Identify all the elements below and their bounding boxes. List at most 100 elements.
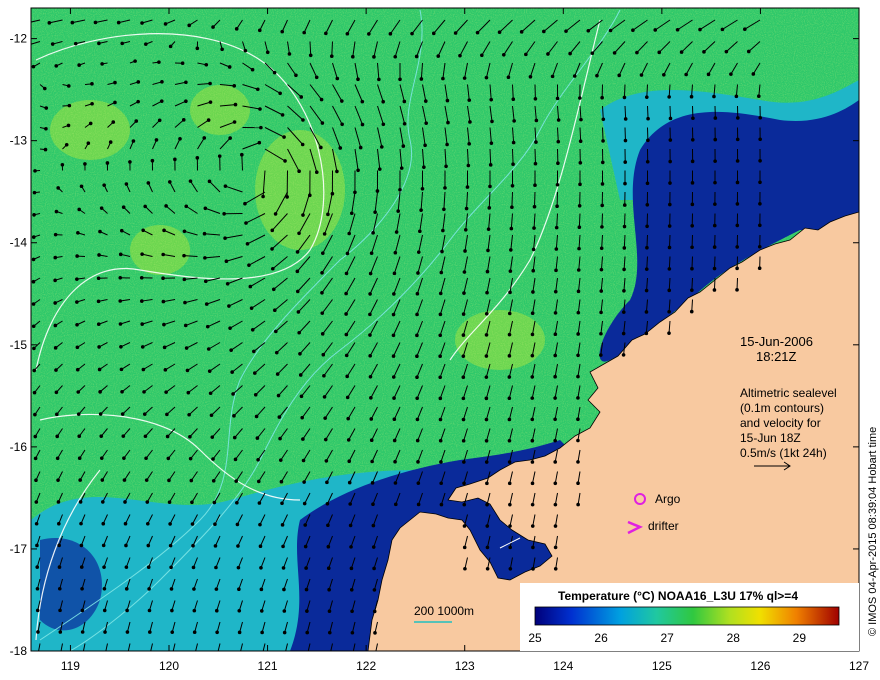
velocity-arrow-head: [736, 116, 740, 120]
velocity-arrow-head: [576, 460, 580, 464]
velocity-arrow-head: [57, 521, 61, 526]
lat-tick-label: -15: [10, 338, 28, 352]
velocity-arrow-head: [280, 501, 284, 506]
velocity-arrow-head: [401, 144, 406, 148]
velocity-arrow-head: [56, 500, 61, 504]
velocity-arrow-head: [724, 49, 729, 54]
velocity-arrow-head: [347, 231, 352, 236]
velocity-arrow-head: [57, 565, 62, 569]
velocity-arrow-head: [33, 456, 38, 461]
velocity-arrow-head: [163, 368, 168, 372]
velocity-arrow-head: [553, 460, 558, 464]
velocity-arrow-head: [204, 302, 209, 306]
velocity-arrow-head: [623, 117, 628, 121]
velocity-arrow-head: [306, 652, 310, 656]
velocity-arrow-head: [304, 566, 308, 570]
velocity-arrow-head: [398, 77, 402, 82]
velocity-arrow-head: [554, 247, 559, 251]
velocity-arrow-head: [257, 140, 262, 145]
velocity-arrow-head: [646, 138, 650, 143]
colorbar-ramp: [534, 606, 840, 626]
velocity-arrow-head: [392, 396, 396, 400]
velocity-arrow-head: [204, 63, 209, 67]
velocity-arrow-head: [475, 30, 480, 35]
velocity-arrow-head: [213, 544, 218, 548]
velocity-arrow-head: [259, 587, 264, 592]
velocity-arrow-head: [735, 266, 739, 271]
velocity-arrow-head: [326, 212, 330, 217]
velocity-arrow-head: [282, 609, 287, 613]
velocity-arrow-head: [599, 267, 604, 272]
velocity-arrow-head: [302, 501, 307, 506]
velocity-arrow-head: [250, 327, 255, 332]
velocity-arrow-head: [622, 95, 627, 100]
velocity-arrow-head: [144, 456, 148, 461]
velocity-arrow-head: [189, 478, 194, 483]
velocity-arrow-head: [416, 250, 421, 254]
velocity-arrow-head: [534, 140, 538, 144]
velocity-arrow-head: [644, 267, 649, 271]
velocity-arrow-head: [97, 253, 101, 257]
velocity-arrow-head: [601, 117, 606, 122]
velocity-arrow-head: [124, 587, 129, 591]
velocity-arrow-head: [273, 212, 278, 216]
velocity-arrow: [241, 154, 243, 171]
velocity-arrow-head: [657, 50, 662, 55]
velocity-arrow-head: [141, 367, 146, 372]
velocity-arrow-head: [136, 99, 140, 104]
velocity-arrow-head: [295, 289, 300, 294]
velocity-arrow-head: [415, 417, 420, 422]
velocity-arrow-head: [124, 565, 129, 569]
velocity-arrow-head: [101, 543, 106, 548]
velocity-arrow-head: [438, 333, 443, 338]
velocity-arrow-head: [144, 478, 149, 482]
velocity-arrow-head: [295, 269, 300, 274]
velocity-arrow-head: [170, 630, 175, 634]
velocity-arrow-head: [319, 145, 323, 150]
velocity-arrow-head: [32, 190, 37, 195]
velocity-arrow-head: [170, 608, 174, 613]
velocity-arrow-head: [402, 121, 407, 126]
velocity-arrow-head: [576, 289, 581, 294]
velocity-arrow-head: [66, 123, 71, 128]
velocity-arrow-head: [461, 438, 466, 443]
velocity-arrow-head: [145, 500, 150, 504]
velocity-arrow-head: [323, 437, 328, 442]
velocity-arrow-head: [54, 390, 59, 395]
velocity-arrow-head: [184, 346, 189, 350]
velocity-arrow-head: [225, 281, 230, 286]
velocity-arrow-head: [182, 253, 186, 258]
velocity-arrow: [691, 256, 693, 269]
velocity-arrow-head: [667, 309, 671, 314]
velocity-arrow-head: [621, 310, 626, 314]
velocity-arrow-head: [277, 415, 282, 419]
colorbar-tick-label: 29: [793, 631, 807, 645]
velocity-arrow-head: [623, 160, 628, 164]
velocity-arrow-head: [202, 136, 207, 140]
velocity-arrow-head: [600, 95, 604, 100]
velocity-arrow-head: [431, 31, 436, 36]
velocity-arrow-head: [735, 137, 740, 142]
velocity-arrow-head: [349, 545, 353, 549]
velocity-arrow-head: [600, 225, 604, 229]
velocity-arrow-head: [303, 523, 308, 527]
velocity-arrow-head: [533, 96, 538, 101]
velocity-arrow: [623, 84, 626, 98]
velocity-arrow-head: [758, 201, 762, 206]
velocity-arrow-head: [372, 609, 377, 614]
velocity-arrow-head: [276, 393, 281, 398]
velocity-arrow-head: [212, 500, 217, 505]
velocity-arrow-head: [347, 480, 352, 485]
velocity-arrow-head: [298, 373, 303, 377]
lon-tick-label: 120: [159, 659, 179, 673]
velocity-arrow-head: [281, 566, 286, 570]
velocity-arrow-head: [416, 481, 421, 485]
velocity-arrow-head: [553, 481, 558, 486]
velocity-arrow-head: [439, 460, 443, 464]
velocity-arrow-head: [349, 211, 354, 216]
velocity-arrow-head: [488, 163, 493, 167]
velocity-arrow: [601, 213, 603, 227]
velocity-arrow-head: [208, 391, 213, 396]
velocity-arrow-head: [690, 202, 695, 207]
velocity-arrow-head: [373, 631, 377, 635]
